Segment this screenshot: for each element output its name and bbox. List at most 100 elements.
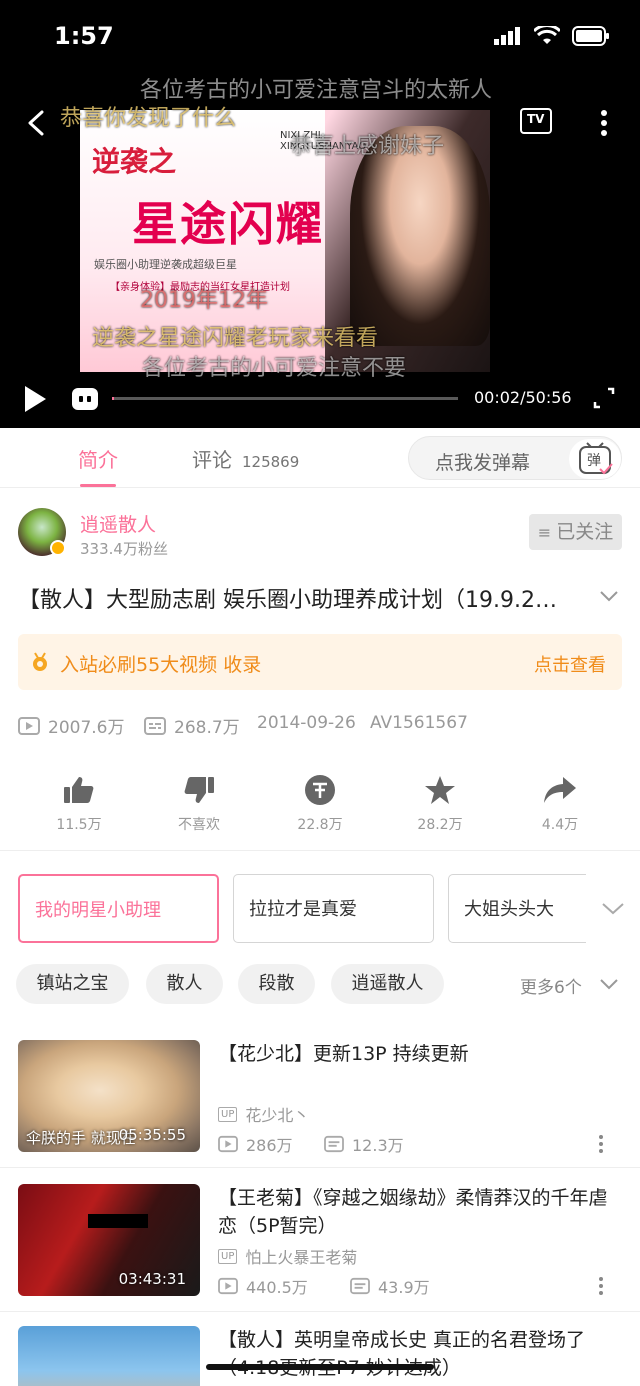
status-bar: 1:57 [0,0,640,70]
tab-comments[interactable]: 评论 125869 [192,444,299,473]
danmaku-count: 12.3万 [352,1136,404,1155]
recommended-video[interactable]: 伞朕的手 就现在 05:35:55 【花少北】更新13P 持续更新 UP 花少北丶… [0,1040,640,1168]
video-thumbnail[interactable]: 03:43:31 [18,1184,200,1296]
episode-list: 我的明星小助理 拉拉才是真爱 大姐头头大 [18,874,640,944]
up-badge-icon: UP [218,1248,238,1264]
episode-item[interactable]: 拉拉才是真爱 [233,874,434,943]
danmaku-count: 43.9万 [378,1278,430,1297]
progress-bar[interactable] [112,397,458,400]
video-title: 【王老菊】《穿越之姻缘劫》柔情莽汉的千年虐恋（5P暂完） [218,1187,608,1237]
up-badge-icon: UP [218,1106,238,1122]
video-title: 【散人】大型励志剧 娱乐圈小助理养成计划（19.9.2… [18,588,557,613]
back-arrow-icon[interactable] [22,108,50,138]
tag-chip[interactable]: 散人 [146,964,223,1004]
danmaku-count-icon [144,716,166,735]
player-controls: 00:02/50:56 [0,378,640,418]
tag-chip[interactable]: 段散 [238,964,315,1004]
comment-count: 125869 [242,453,300,471]
tags-more[interactable]: 更多6个 [520,973,582,998]
video-stats: 2007.6万 268.7万 2014-09-26 AV1561567 [18,711,622,738]
dislike-button[interactable]: 不喜欢 [154,770,244,834]
thumbs-up-icon [64,777,94,803]
tab-active-indicator [80,484,116,487]
coin-button[interactable]: 22.8万 [275,770,365,834]
more-vertical-icon[interactable] [596,1134,606,1154]
tab-comments-label: 评论 [192,448,232,472]
like-button[interactable]: 11.5万 [34,770,124,834]
play-count-icon [218,1135,238,1153]
uploader-name: 怕上火暴王老菊 [245,1248,358,1267]
follow-label: 已关注 [556,521,614,543]
video-title: 【花少北】更新13P 持续更新 [218,1043,469,1065]
dislike-label: 不喜欢 [178,817,220,833]
video-thumbnail[interactable]: 伞朕的手 就现在 05:35:55 [18,1040,200,1152]
uploader-name: 花少北丶 [245,1106,310,1125]
uploader-fans: 333.4万粉丝 [80,540,168,558]
menu-lines-icon: ≡ [537,523,557,542]
coin-icon [305,775,335,805]
ranking-banner[interactable]: 入站必刷55大视频 收录 点击查看 [18,634,622,690]
chevron-down-icon[interactable] [598,586,620,606]
video-title: 【散人】英明皇帝成长史 真正的名君登场了（4.18更新至P7 妙计达成） [218,1329,586,1379]
star-icon [425,776,455,804]
danmaku-comment: 恭喜你发现了什么 [60,106,237,131]
more-vertical-icon[interactable] [596,1276,606,1296]
poster-title-2: 星途闪耀 [132,197,324,251]
time-display: 00:02/50:56 [474,388,572,407]
favorite-button[interactable]: 28.2万 [395,770,485,834]
danmaku-comment: 恭喜上感谢妹子 [290,134,445,159]
tv-cast-icon[interactable]: TV [520,108,552,134]
recommended-video[interactable]: 【散人】英明皇帝成长史 真正的名君登场了（4.18更新至P7 妙计达成） [0,1326,640,1386]
status-time: 1:57 [54,22,114,50]
banner-link[interactable]: 点击查看 [534,651,606,677]
episode-item[interactable]: 我的明星小助理 [18,874,219,943]
play-count: 2007.6万 [48,718,125,738]
play-count: 286万 [246,1136,293,1155]
danmaku-comment: 逆袭之星途闪耀老玩家来看看 [92,326,379,351]
tag-list: 镇站之宝 散人 段散 逍遥散人 更多6个 [16,964,622,1004]
video-thumbnail[interactable] [18,1326,200,1386]
battery-icon [572,26,609,46]
video-player[interactable]: 1:57 逆袭之 星途闪耀 NIXI ZHI XINGTUSHANYAO 娱乐圈… [0,0,640,428]
like-count: 11.5万 [56,817,102,833]
tab-intro[interactable]: 简介 [78,444,118,473]
danmaku-count-icon [324,1135,344,1153]
poster-subtitle: 娱乐圈小助理逆袭成超级巨星 [94,258,237,271]
verified-badge-icon [50,540,66,556]
tag-chip[interactable]: 镇站之宝 [16,964,129,1004]
video-duration: 05:35:55 [118,1126,186,1144]
tag-chip[interactable]: 逍遥散人 [331,964,444,1004]
chevron-down-icon[interactable] [600,896,626,920]
danmaku-count: 268.7万 [174,718,240,738]
uploader-card: 逍遥散人 333.4万粉丝 ≡ 已关注 [18,506,622,566]
wifi-icon [534,26,560,44]
uploader-name[interactable]: 逍遥散人 [80,510,156,537]
play-icon[interactable] [22,384,48,414]
share-button[interactable]: 4.4万 [515,770,605,834]
av-number: AV1561567 [370,713,468,733]
follow-button[interactable]: ≡ 已关注 [529,514,622,550]
fullscreen-icon[interactable] [592,386,616,410]
action-bar: 11.5万 不喜欢 22.8万 28.2万 4.4万 [0,770,640,840]
play-count: 440.5万 [246,1278,308,1297]
play-count-icon [218,1277,238,1295]
divider [0,850,640,851]
chevron-down-icon[interactable] [598,974,620,994]
home-indicator[interactable] [206,1364,434,1370]
danmaku-input-button[interactable]: 点我发弹幕 弹 [408,436,622,480]
danmaku-toggle-icon[interactable] [72,388,98,410]
share-count: 4.4万 [541,817,579,833]
publish-date: 2014-09-26 [257,713,356,733]
favorite-count: 28.2万 [417,817,463,833]
progress-fill [112,397,115,400]
video-duration: 03:43:31 [118,1270,186,1288]
thumbs-down-icon [184,777,214,803]
danmaku-input-placeholder: 点我发弹幕 [435,452,531,474]
share-icon [544,777,576,803]
danmaku-icon[interactable]: 弹 [569,439,621,479]
poster-title-1: 逆袭之 [92,145,177,178]
recommended-video[interactable]: 03:43:31 【王老菊】《穿越之姻缘劫》柔情莽汉的千年虐恋（5P暂完） UP… [0,1184,640,1312]
banner-text: 入站必刷55大视频 收录 [60,654,262,676]
more-vertical-icon[interactable] [594,108,614,138]
coin-count: 22.8万 [297,817,343,833]
